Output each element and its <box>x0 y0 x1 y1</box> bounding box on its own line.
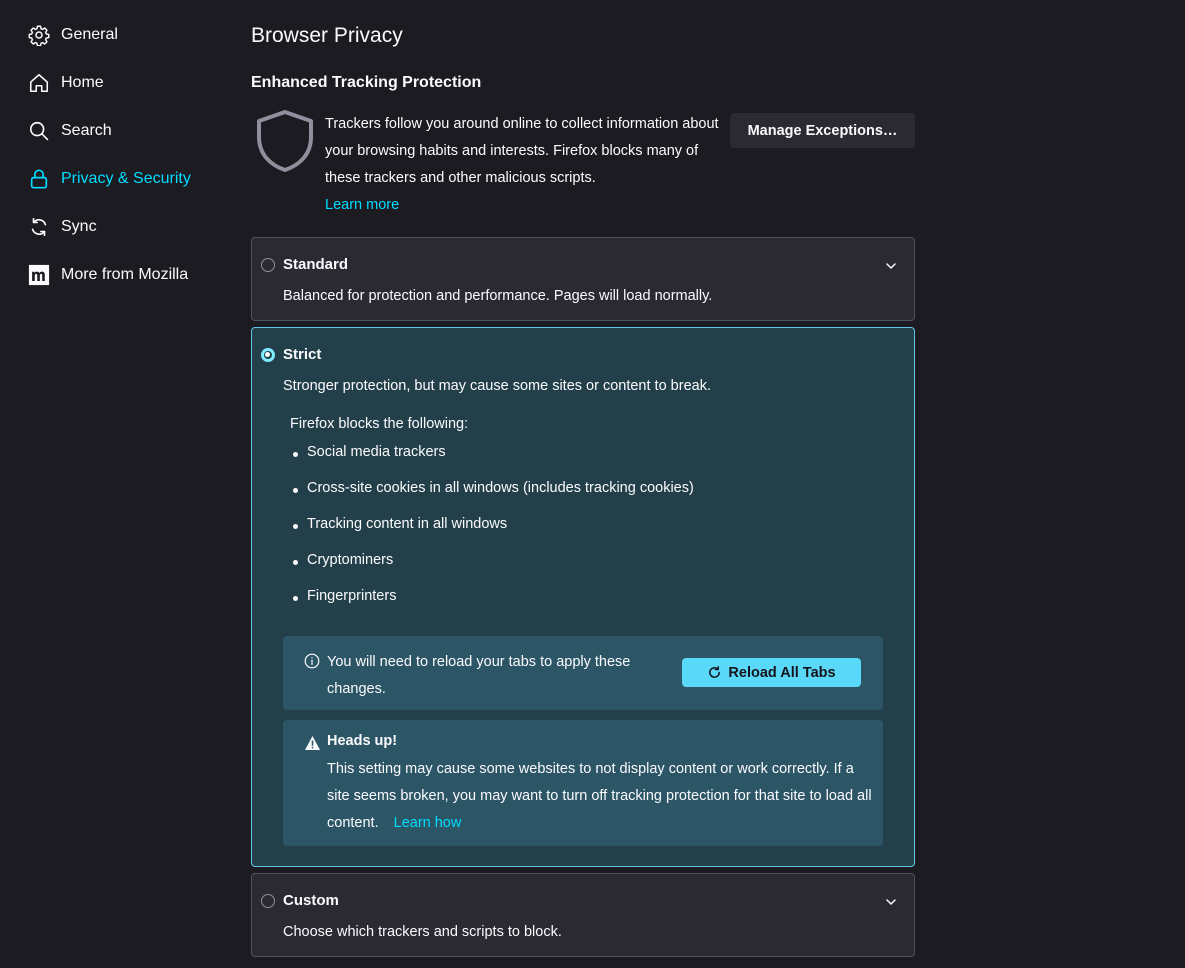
custom-description: Choose which trackers and scripts to blo… <box>283 924 562 940</box>
mozilla-m-icon <box>28 264 50 286</box>
sidebar-item-home[interactable]: Home <box>28 68 104 98</box>
sync-icon <box>28 216 50 238</box>
sidebar-item-general[interactable]: General <box>28 20 118 50</box>
list-item-label: Cross-site cookies in all windows (inclu… <box>307 480 694 496</box>
reload-all-tabs-label: Reload All Tabs <box>728 664 836 681</box>
lock-icon <box>28 168 50 190</box>
strict-description: Stronger protection, but may cause some … <box>283 378 711 394</box>
blocks-list: Social media trackers Cross-site cookies… <box>290 444 694 624</box>
manage-exceptions-button[interactable]: Manage Exceptions… <box>730 113 915 148</box>
list-item: Cross-site cookies in all windows (inclu… <box>290 480 694 516</box>
bullet-icon <box>293 524 298 529</box>
standard-description: Balanced for protection and performance.… <box>283 288 713 304</box>
list-item-label: Cryptominers <box>307 552 394 568</box>
heads-up-text-block: This setting may cause some websites to … <box>327 756 872 837</box>
blocks-heading: Firefox blocks the following: <box>290 416 469 432</box>
list-item-label: Tracking content in all windows <box>307 516 508 532</box>
learn-how-link[interactable]: Learn how <box>394 815 462 831</box>
custom-option-card[interactable]: Custom Choose which trackers and scripts… <box>251 873 915 957</box>
list-item: Social media trackers <box>290 444 694 480</box>
etp-description-text: Trackers follow you around online to col… <box>325 116 719 186</box>
standard-option-card[interactable]: Standard Balanced for protection and per… <box>251 237 915 321</box>
list-item: Fingerprinters <box>290 588 694 624</box>
reload-all-tabs-button[interactable]: Reload All Tabs <box>682 658 861 687</box>
sidebar-item-label: General <box>61 26 118 43</box>
bullet-icon <box>293 488 298 493</box>
sidebar-item-more-from-mozilla[interactable]: More from Mozilla <box>28 260 188 290</box>
chevron-down-icon[interactable] <box>885 893 897 910</box>
bullet-icon <box>293 452 298 457</box>
sidebar: General Home Search Privacy & Security S… <box>0 0 230 968</box>
etp-description: Trackers follow you around online to col… <box>325 111 725 219</box>
info-icon <box>304 653 320 673</box>
page-title: Browser Privacy <box>251 24 403 47</box>
sidebar-item-privacy-security[interactable]: Privacy & Security <box>28 164 191 194</box>
gear-icon <box>28 24 50 46</box>
list-item: Tracking content in all windows <box>290 516 694 552</box>
chevron-down-icon[interactable] <box>885 257 897 274</box>
sidebar-item-sync[interactable]: Sync <box>28 212 97 242</box>
list-item-label: Social media trackers <box>307 444 446 460</box>
shield-icon <box>253 108 317 178</box>
strict-option-card[interactable]: Strict Stronger protection, but may caus… <box>251 327 915 867</box>
sidebar-item-label: Sync <box>61 218 97 235</box>
standard-title: Standard <box>283 256 349 273</box>
reload-icon <box>709 665 721 678</box>
strict-title: Strict <box>283 346 322 363</box>
sidebar-item-label: More from Mozilla <box>61 266 189 283</box>
reload-notice-text: You will need to reload your tabs to app… <box>327 654 631 697</box>
custom-radio[interactable] <box>261 894 275 908</box>
home-icon <box>28 72 50 94</box>
bullet-icon <box>293 560 298 565</box>
learn-more-link[interactable]: Learn more <box>325 192 725 219</box>
standard-radio[interactable] <box>261 258 275 272</box>
sidebar-item-label: Search <box>61 122 112 139</box>
heads-up-title: Heads up! <box>327 733 398 749</box>
list-item-label: Fingerprinters <box>307 588 397 604</box>
warning-icon <box>304 735 321 755</box>
list-item: Cryptominers <box>290 552 694 588</box>
custom-title: Custom <box>283 892 339 909</box>
sidebar-item-label: Home <box>61 74 104 91</box>
heads-up-notice: Heads up! This setting may cause some we… <box>283 720 883 846</box>
section-title: Enhanced Tracking Protection <box>251 74 482 91</box>
sidebar-item-label: Privacy & Security <box>61 170 191 187</box>
search-icon <box>28 120 50 142</box>
bullet-icon <box>293 596 298 601</box>
reload-notice: You will need to reload your tabs to app… <box>283 636 883 710</box>
strict-radio[interactable] <box>261 348 275 362</box>
sidebar-item-search[interactable]: Search <box>28 116 112 146</box>
